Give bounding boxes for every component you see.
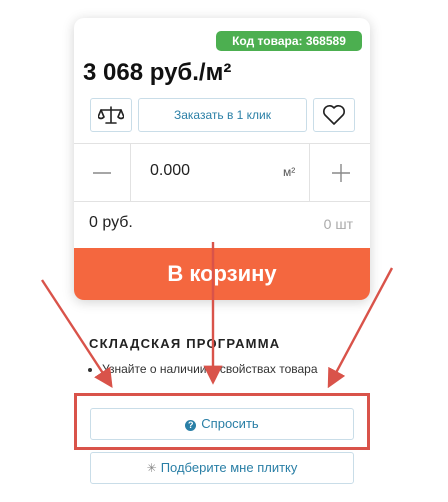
total-count: 0 шт: [323, 216, 353, 232]
ask-button-label: Спросить: [201, 416, 259, 431]
warehouse-title: СКЛАДСКАЯ ПРОГРАММА: [89, 336, 281, 351]
list-item: Узнайте о наличии и свойствах товара: [102, 362, 332, 376]
compare-button[interactable]: [90, 98, 132, 132]
question-icon: ?: [185, 420, 197, 431]
divider: [309, 144, 310, 201]
order-one-click-button[interactable]: Заказать в 1 клик: [138, 98, 307, 132]
ask-button[interactable]: ? Спросить: [90, 408, 354, 440]
pick-tile-button[interactable]: ✳ Подберите мне плитку: [90, 452, 354, 484]
plus-icon: [331, 163, 350, 182]
pick-tile-label: Подберите мне плитку: [160, 460, 298, 475]
product-card: Код товара: 368589 3 068 руб./м² Заказат…: [74, 18, 370, 300]
product-price: 3 068 руб./м²: [83, 59, 232, 86]
scales-icon: [98, 106, 124, 124]
spinner-icon: ✳: [146, 461, 157, 475]
quantity-stepper: 0.000 м²: [74, 143, 370, 202]
favorite-button[interactable]: [313, 98, 355, 132]
product-code-badge: Код товара: 368589: [216, 31, 362, 51]
warehouse-list: Узнайте о наличии и свойствах товара: [88, 362, 332, 376]
quantity-input[interactable]: 0.000: [150, 162, 190, 180]
divider: [130, 144, 131, 201]
quantity-unit: м²: [283, 165, 296, 179]
decrement-button[interactable]: [74, 144, 130, 201]
increment-button[interactable]: [311, 144, 370, 201]
add-to-cart-button[interactable]: В корзину: [74, 248, 370, 300]
minus-icon: [93, 171, 111, 174]
total-sum: 0 руб.: [89, 214, 133, 231]
heart-icon: [323, 105, 345, 125]
